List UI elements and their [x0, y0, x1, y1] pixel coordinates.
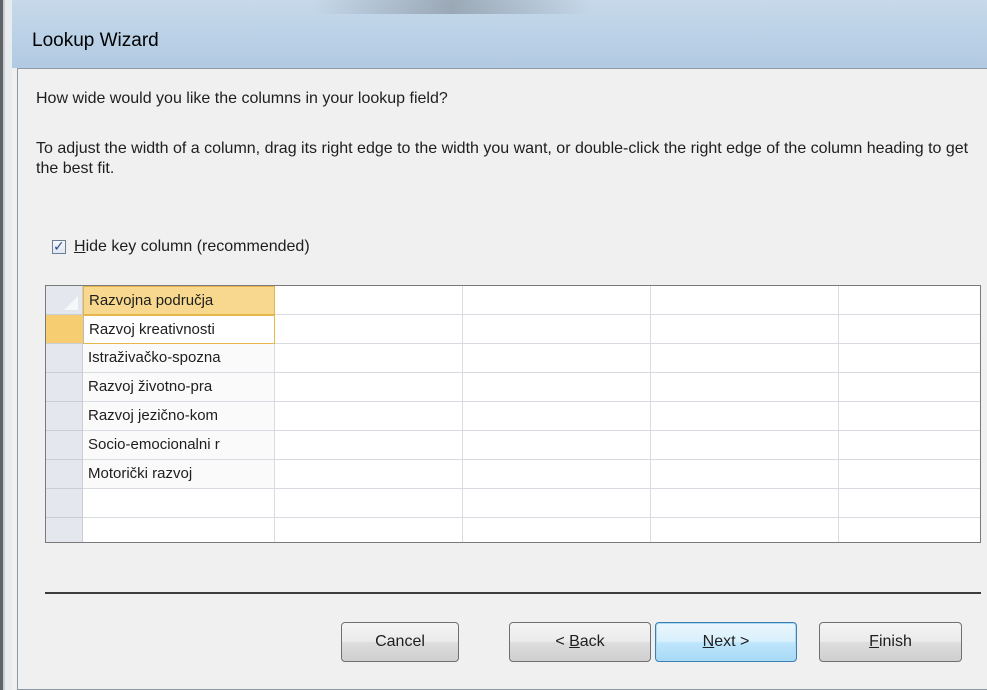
table-cell-empty: [839, 518, 980, 542]
row-selector[interactable]: [46, 460, 83, 489]
table-cell-empty: [275, 402, 463, 431]
back-mnemonic: B: [569, 633, 580, 650]
table-cell-empty: [463, 431, 651, 460]
lookup-columns-grid[interactable]: Razvojna područja Razvoj kreativnosti Is…: [45, 285, 981, 543]
table-row[interactable]: Istraživačko-spozna: [46, 344, 980, 373]
back-button[interactable]: < Back: [509, 622, 651, 662]
table-cell-empty: [83, 518, 275, 542]
row-selector[interactable]: [46, 373, 83, 402]
finish-label: inish: [878, 633, 912, 650]
table-cell[interactable]: Motorički razvoj: [83, 460, 275, 489]
title-bar-glare: [312, 0, 592, 14]
table-cell-empty: [839, 373, 980, 402]
table-cell-empty: [463, 373, 651, 402]
table-cell-empty: [275, 373, 463, 402]
table-cell-empty: [651, 489, 839, 518]
back-prefix: <: [555, 633, 570, 650]
finish-button[interactable]: Finish: [819, 622, 962, 662]
table-row[interactable]: Socio-emocionalni r: [46, 431, 980, 460]
table-cell-empty: [839, 344, 980, 373]
hide-key-column-checkbox[interactable]: ✓: [52, 238, 66, 254]
checkmark-icon: ✓: [53, 238, 65, 254]
table-cell-empty: [275, 344, 463, 373]
screen: Lookup Wizard How wide would you like th…: [0, 0, 987, 690]
new-record-row[interactable]: [46, 489, 980, 518]
table-cell-empty: [839, 402, 980, 431]
row-selector-current[interactable]: [46, 315, 83, 344]
hide-key-column-option[interactable]: ✓ Hide key column (recommended): [52, 238, 310, 256]
table-cell-empty: [463, 460, 651, 489]
table-cell-empty: [275, 431, 463, 460]
table-cell[interactable]: Razvoj jezično-kom: [83, 402, 275, 431]
column-heading-empty: [463, 286, 651, 315]
question-text: How wide would you like the columns in y…: [36, 90, 448, 107]
table-cell-empty: [275, 518, 463, 542]
row-selector-new[interactable]: [46, 489, 83, 518]
table-cell[interactable]: Socio-emocionalni r: [83, 431, 275, 460]
row-selector[interactable]: [46, 431, 83, 460]
table-cell-empty: [275, 489, 463, 518]
table-cell-empty[interactable]: [83, 489, 275, 518]
table-row[interactable]: Motorički razvoj: [46, 460, 980, 489]
table-cell-empty: [839, 315, 980, 344]
back-label: ack: [579, 633, 605, 650]
title-bar[interactable]: Lookup Wizard: [12, 0, 987, 68]
hide-key-mnemonic: H: [74, 238, 86, 255]
table-row[interactable]: Razvoj životno-pra: [46, 373, 980, 402]
table-cell-empty: [275, 315, 463, 344]
blank-row: [46, 518, 980, 542]
grid-body: Razvojna područja Razvoj kreativnosti Is…: [46, 286, 980, 542]
table-cell-empty: [651, 373, 839, 402]
button-separator: [45, 592, 981, 594]
finish-mnemonic: F: [869, 633, 879, 650]
next-label: ext >: [714, 633, 750, 650]
table-cell-empty: [463, 489, 651, 518]
table-cell-empty: [651, 344, 839, 373]
table-cell-empty: [651, 460, 839, 489]
column-heading-empty: [839, 286, 980, 315]
next-button[interactable]: Next >: [655, 622, 797, 662]
table-cell-empty: [463, 315, 651, 344]
hide-key-label-text: ide key column (recommended): [85, 238, 310, 255]
table-cell[interactable]: Razvoj kreativnosti: [83, 315, 275, 344]
table-cell-empty: [463, 518, 651, 542]
table-cell-empty: [463, 344, 651, 373]
table-cell-empty: [651, 431, 839, 460]
table-row[interactable]: Razvoj kreativnosti: [46, 315, 980, 344]
grid-header-row: Razvojna područja: [46, 286, 980, 315]
table-cell-empty: [463, 402, 651, 431]
row-selector[interactable]: [46, 402, 83, 431]
table-cell-empty: [839, 431, 980, 460]
lookup-wizard-dialog: Lookup Wizard How wide would you like th…: [12, 0, 987, 690]
table-cell-empty: [839, 489, 980, 518]
column-heading-empty: [275, 286, 463, 315]
table-cell-empty: [651, 315, 839, 344]
background-window-edge: [0, 0, 12, 690]
table-cell-empty: [651, 402, 839, 431]
cancel-button[interactable]: Cancel: [341, 622, 459, 662]
table-cell[interactable]: Istraživačko-spozna: [83, 344, 275, 373]
row-selector-blank: [46, 518, 83, 542]
row-selector[interactable]: [46, 344, 83, 373]
table-row[interactable]: Razvoj jezično-kom: [46, 402, 980, 431]
table-cell-empty: [275, 460, 463, 489]
table-cell-empty: [839, 460, 980, 489]
column-heading-razvojna-podrucja[interactable]: Razvojna područja: [83, 286, 275, 315]
instructions-text: To adjust the width of a column, drag it…: [36, 140, 969, 177]
hide-key-column-label[interactable]: Hide key column (recommended): [74, 238, 310, 256]
select-all-corner[interactable]: [46, 286, 83, 315]
column-heading-empty: [651, 286, 839, 315]
next-mnemonic: N: [702, 633, 715, 650]
table-cell-empty: [651, 518, 839, 542]
window-title: Lookup Wizard: [32, 30, 159, 51]
table-cell[interactable]: Razvoj životno-pra: [83, 373, 275, 402]
